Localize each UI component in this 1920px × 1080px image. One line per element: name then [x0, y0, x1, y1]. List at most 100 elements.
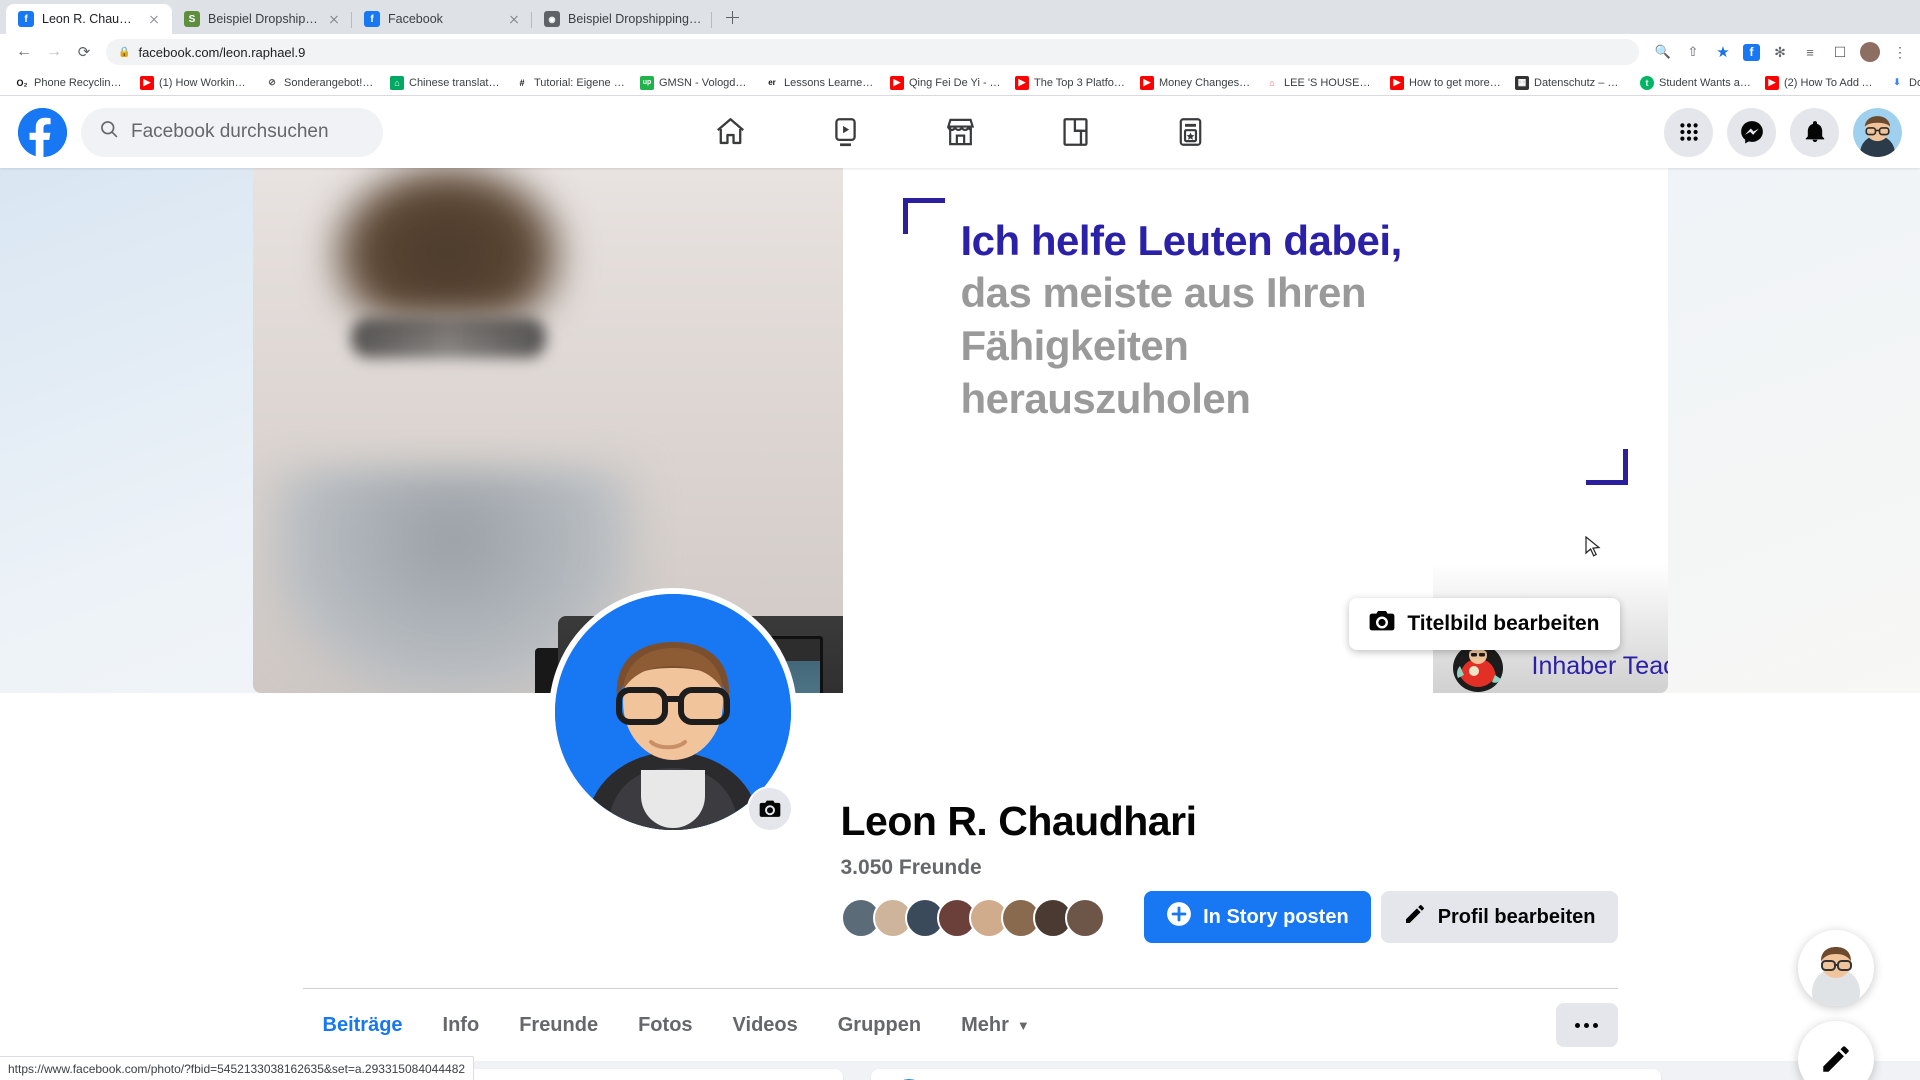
- cover-badge-label: Inhaber Teaching Hero: [1531, 651, 1668, 680]
- browser-tab[interactable]: f Leon R. Chaudhari | Facebook: [6, 4, 172, 34]
- zoom-icon[interactable]: 🔍: [1653, 42, 1673, 62]
- sidebar-item-home[interactable]: [703, 105, 758, 160]
- facebook-header-right: [1664, 107, 1902, 157]
- youtube-icon: ▶: [140, 75, 154, 90]
- tab-freunde[interactable]: Freunde: [499, 989, 618, 1061]
- chrome-menu-icon[interactable]: ⋮: [1890, 42, 1910, 62]
- bookmark-item[interactable]: ▶ Qing Fei De Yi - Y...: [883, 75, 1008, 90]
- avatar[interactable]: [1064, 898, 1105, 938]
- edit-cover-photo-button[interactable]: Titelbild bearbeiten: [1349, 598, 1620, 650]
- post-to-story-label: In Story posten: [1203, 905, 1349, 928]
- browser-window: f Leon R. Chaudhari | Facebook S Beispie…: [0, 0, 1920, 1080]
- new-tab-button[interactable]: [718, 3, 746, 31]
- bookmark-item[interactable]: ▶ (2) How To Add A...: [1758, 75, 1883, 90]
- tab-gruppen[interactable]: Gruppen: [818, 989, 941, 1061]
- friend-avatars[interactable]: [840, 898, 1105, 938]
- chrome-profile-icon[interactable]: [1860, 42, 1880, 62]
- sidepanel-icon[interactable]: ☐: [1830, 42, 1850, 62]
- bookmark-label: Money Changes E...: [1159, 76, 1251, 89]
- notifications-bell-icon[interactable]: [1790, 107, 1839, 157]
- bookmark-item[interactable]: ⊘ Sonderangebot! |...: [258, 75, 383, 90]
- browser-tab[interactable]: f Facebook: [352, 4, 532, 34]
- sidebar-item-video[interactable]: [818, 105, 873, 160]
- browser-tab[interactable]: ◉ Beispiel Dropshipping Store: [532, 4, 712, 34]
- address-bar[interactable]: 🔒 facebook.com/leon.raphael.9: [106, 39, 1639, 65]
- forward-icon[interactable]: →: [40, 38, 68, 66]
- close-icon[interactable]: [326, 11, 342, 27]
- bookmark-star-icon[interactable]: ★: [1713, 42, 1733, 62]
- bookmark-label: Download - Cooki...: [1909, 76, 1920, 89]
- status-bar-url: https://www.facebook.com/photo/?fbid=545…: [8, 1061, 466, 1076]
- bookmark-item[interactable]: ⬇ Download - Cooki...: [1883, 75, 1920, 90]
- cover-photo-left-image: L 33 17° FHD: [252, 168, 853, 693]
- cover-headline: Ich helfe Leuten dabei, das meiste aus I…: [960, 217, 1621, 424]
- er-icon: er: [765, 75, 779, 90]
- post-to-story-button[interactable]: In Story posten: [1144, 891, 1371, 943]
- bookmark-label: LEE 'S HOUSE—...: [1284, 76, 1376, 89]
- close-icon[interactable]: [506, 11, 522, 27]
- browser-tab[interactable]: S Beispiel Dropshipping Store · F: [172, 4, 352, 34]
- bookmark-label: Qing Fei De Yi - Y...: [909, 76, 1001, 89]
- sidebar-item-gaming[interactable]: [1163, 105, 1218, 160]
- bookmark-item[interactable]: ▦ Datenschutz – Re...: [1508, 75, 1633, 90]
- bookmark-label: Sonderangebot! |...: [284, 76, 376, 89]
- bookmark-item[interactable]: t Student Wants an...: [1633, 75, 1758, 90]
- photo-icon: ▦: [1515, 75, 1529, 90]
- share-icon[interactable]: ⇧: [1683, 42, 1703, 62]
- reload-icon[interactable]: ⟳: [70, 38, 98, 66]
- cover-photo[interactable]: L 33 17° FHD Ich helfe Leuten dabei, das…: [252, 168, 1668, 693]
- messenger-icon[interactable]: [1727, 107, 1776, 157]
- facebook-main-nav: [703, 105, 1218, 160]
- facebook-logo[interactable]: [18, 107, 67, 157]
- compose-message-button[interactable]: [1798, 1021, 1874, 1080]
- facebook-extension-icon[interactable]: f: [1743, 43, 1760, 61]
- bookmark-label: Chinese translatio...: [409, 76, 501, 89]
- bookmark-item[interactable]: ▶ Money Changes E...: [1133, 75, 1258, 90]
- youtube-icon: ▶: [890, 75, 904, 90]
- bracket-top-left-decoration: [902, 198, 945, 234]
- browser-tab-strip: f Leon R. Chaudhari | Facebook S Beispie…: [0, 0, 1920, 34]
- tab-fotos[interactable]: Fotos: [618, 989, 712, 1061]
- bookmark-item[interactable]: ▶ (1) How Working a...: [133, 75, 258, 90]
- tab-videos[interactable]: Videos: [713, 989, 818, 1061]
- bookmark-item[interactable]: ⌂ Chinese translatio...: [383, 75, 508, 90]
- tab-beitraege[interactable]: Beiträge: [302, 989, 423, 1061]
- more-options-button[interactable]: [1555, 1003, 1618, 1047]
- bookmark-label: (2) How To Add A...: [1784, 76, 1876, 89]
- edit-profile-button[interactable]: Profil bearbeiten: [1380, 891, 1618, 943]
- globe-icon: ◉: [544, 11, 560, 27]
- cover-headline-line4: herauszuholen: [960, 375, 1251, 423]
- bookmark-item[interactable]: # Tutorial: Eigene Fa...: [508, 75, 633, 90]
- search-icon: [99, 119, 119, 145]
- bookmark-label: Student Wants an...: [1659, 76, 1751, 89]
- tab-info[interactable]: Info: [423, 989, 500, 1061]
- create-post-card[interactable]: [870, 1069, 1661, 1080]
- search-input[interactable]: Facebook durchsuchen: [81, 107, 383, 157]
- floating-assistant-avatar[interactable]: [1798, 930, 1874, 1006]
- tab-label: Beiträge: [322, 1013, 403, 1036]
- bookmark-item[interactable]: er Lessons Learned f...: [758, 75, 883, 90]
- bookmark-item[interactable]: ▶ How to get more v...: [1383, 75, 1508, 90]
- sidebar-item-groups[interactable]: [1048, 105, 1103, 160]
- sidebar-item-marketplace[interactable]: [933, 105, 988, 160]
- tab-mehr[interactable]: Mehr ▼: [941, 989, 1050, 1061]
- back-icon[interactable]: ←: [10, 38, 38, 66]
- status-bar: https://www.facebook.com/photo/?fbid=545…: [0, 1056, 475, 1080]
- hash-icon: #: [515, 75, 529, 90]
- reading-list-icon[interactable]: ≡: [1800, 42, 1820, 62]
- edit-profile-picture-button[interactable]: [746, 786, 793, 832]
- menu-grid-icon[interactable]: [1664, 107, 1713, 157]
- browser-tab-title: Leon R. Chaudhari | Facebook: [42, 12, 138, 26]
- cover-headline-line2: das meiste aus Ihren: [960, 269, 1367, 317]
- bookmark-item[interactable]: O₂ Phone Recycling,...: [8, 75, 133, 90]
- bookmark-item[interactable]: up GMSN - Vologda,...: [633, 75, 758, 90]
- facebook-icon: f: [18, 11, 34, 27]
- bookmark-label: Lessons Learned f...: [784, 76, 876, 89]
- avatar[interactable]: [1853, 107, 1902, 157]
- bookmark-item[interactable]: ▶ The Top 3 Platfor...: [1008, 75, 1133, 90]
- extensions-puzzle-icon[interactable]: ✻: [1770, 42, 1790, 62]
- bookmark-item[interactable]: ⌂ LEE 'S HOUSE—...: [1258, 75, 1383, 90]
- close-icon[interactable]: [146, 11, 162, 27]
- lock-icon: 🔒: [118, 46, 131, 58]
- tab-label: Videos: [732, 1013, 798, 1036]
